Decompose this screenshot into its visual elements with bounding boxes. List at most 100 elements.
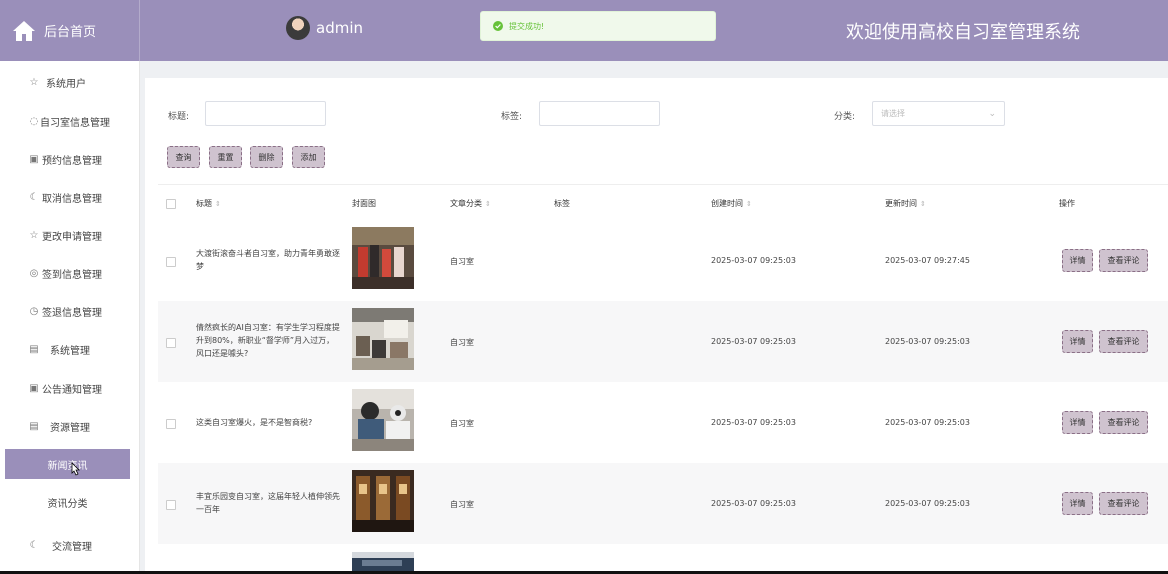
row-created: 2025-03-07 09:25:03 <box>711 499 796 508</box>
cover-image <box>352 227 414 289</box>
sidebar-item-booking-info[interactable]: ▣ 预约信息管理 <box>0 144 140 174</box>
select-all-checkbox[interactable] <box>166 199 176 209</box>
row-created: 2025-03-07 09:25:03 <box>711 337 796 346</box>
check-circle-icon <box>493 21 503 31</box>
sidebar-subitem-label: 新闻资讯 <box>47 460 88 472</box>
moon-icon: ☾ <box>29 539 39 551</box>
welcome-title: 欢迎使用高校自习室管理系统 <box>846 22 1080 43</box>
sidebar-item-label: 系统管理 <box>50 345 90 357</box>
cover-image <box>352 389 414 451</box>
sidebar-item-system-admin[interactable]: ▤ 系统管理 <box>0 334 140 364</box>
header-created[interactable]: 创建时间 ⇕ <box>711 198 752 209</box>
category-placeholder: 请选择 <box>881 109 905 118</box>
sidebar-item-system-users[interactable]: ☆ 系统用户 <box>0 67 140 97</box>
calendar-icon: ▤ <box>29 343 39 355</box>
table-header: 标题 ⇕ 封面图 文章分类 ⇕ 标签 创建时间 ⇕ 更新时间 ⇕ 操作 <box>158 184 1168 221</box>
header-updated[interactable]: 更新时间 ⇕ <box>885 198 926 209</box>
top-header: 后台首页 admin 提交成功! 欢迎使用高校自习室管理系统 <box>0 0 1168 61</box>
sidebar-item-notice[interactable]: ▣ 公告通知管理 <box>0 373 140 403</box>
view-comments-button[interactable]: 查看评论 <box>1099 411 1148 434</box>
detail-button[interactable]: 详情 <box>1062 492 1093 515</box>
row-category: 自习室 <box>450 257 474 266</box>
row-updated: 2025-03-07 09:27:45 <box>885 256 970 265</box>
tag-search-input[interactable] <box>539 101 660 126</box>
sidebar-item-label: 预约信息管理 <box>42 155 102 167</box>
sidebar-subitem-news-category[interactable]: 资讯分类 <box>5 487 130 517</box>
sidebar-item-label: 签到信息管理 <box>42 269 102 281</box>
sort-icon: ⇕ <box>920 200 926 208</box>
user-menu[interactable]: admin <box>286 16 363 40</box>
add-button[interactable]: 添加 <box>292 146 325 168</box>
sidebar-item-label: 更改申请管理 <box>42 231 102 243</box>
sidebar-item-label: 签退信息管理 <box>42 307 102 319</box>
basket-icon: ▣ <box>29 382 39 394</box>
sidebar-item-checkin-info[interactable]: ◎ 签到信息管理 <box>0 258 140 288</box>
table-row: 丰宜乐园变自习室，这届年轻人植伸领先一百年 自习室 2025-03-07 09:… <box>158 463 1168 544</box>
row-checkbox[interactable] <box>166 419 176 429</box>
row-title: 丰宜乐园变自习室，这届年轻人植伸领先一百年 <box>196 492 340 514</box>
row-title: 倩然疯长的AI自习室：有学生学习程度提升到80%，新职业“督学师”月入过万，风口… <box>196 323 340 358</box>
user-name: admin <box>316 19 363 37</box>
header-cover: 封面图 <box>352 199 376 208</box>
row-updated: 2025-03-07 09:25:03 <box>885 418 970 427</box>
row-category: 自习室 <box>450 419 474 428</box>
row-category: 自习室 <box>450 338 474 347</box>
sidebar-item-label: 公告通知管理 <box>42 384 102 396</box>
star-outline-icon: ☆ <box>29 76 39 88</box>
sidebar: ☆ 系统用户 ◌ 自习室信息管理 ▣ 预约信息管理 ☾ 取消信息管理 ☆ 更改申… <box>0 61 140 574</box>
table-row: 这类自习室爆火，是不是智商税? 自习室 2025-03-07 09:25:03 … <box>158 382 1168 463</box>
star-outline-icon: ☆ <box>29 229 39 241</box>
view-comments-button[interactable]: 查看评论 <box>1099 249 1148 272</box>
drop-icon: ◌ <box>29 115 39 127</box>
sidebar-item-label: 自习室信息管理 <box>40 117 110 129</box>
delete-button[interactable]: 删除 <box>250 146 283 168</box>
mouse-cursor-icon <box>71 462 80 476</box>
sidebar-item-checkout-info[interactable]: ◷ 签退信息管理 <box>0 296 140 326</box>
sidebar-item-room-info[interactable]: ◌ 自习室信息管理 <box>0 106 140 136</box>
home-link[interactable]: 后台首页 <box>0 0 140 61</box>
row-checkbox[interactable] <box>166 338 176 348</box>
header-actions: 操作 <box>1059 199 1075 208</box>
title-search-input[interactable] <box>205 101 326 126</box>
row-updated: 2025-03-07 09:25:03 <box>885 337 970 346</box>
sidebar-item-resources[interactable]: ▤ 资源管理 <box>0 411 140 441</box>
sidebar-item-label: 系统用户 <box>46 78 86 90</box>
category-select[interactable]: 请选择 ⌄ <box>872 101 1005 126</box>
sidebar-item-label: 资源管理 <box>50 422 90 434</box>
row-checkbox[interactable] <box>166 500 176 510</box>
reset-button[interactable]: 重置 <box>209 146 242 168</box>
home-label: 后台首页 <box>44 25 97 40</box>
calendar-icon: ▤ <box>29 420 39 432</box>
title-search-label: 标题: <box>168 112 190 122</box>
cover-image <box>352 552 414 571</box>
row-created: 2025-03-07 09:25:03 <box>711 418 796 427</box>
sort-icon: ⇕ <box>746 200 752 208</box>
detail-button[interactable]: 详情 <box>1062 330 1093 353</box>
query-button[interactable]: 查询 <box>167 146 200 168</box>
sidebar-subitem-news[interactable]: 新闻资讯 <box>5 449 130 479</box>
header-title[interactable]: 标题 ⇕ <box>196 198 221 209</box>
detail-button[interactable]: 详情 <box>1062 411 1093 434</box>
sidebar-item-change-request[interactable]: ☆ 更改申请管理 <box>0 220 140 250</box>
row-checkbox[interactable] <box>166 257 176 267</box>
row-updated: 2025-03-07 09:25:03 <box>885 499 970 508</box>
sort-icon: ⇕ <box>215 200 221 208</box>
category-search-label: 分类: <box>834 112 856 122</box>
sidebar-item-exchange[interactable]: ☾ 交流管理 <box>0 530 140 560</box>
detail-button[interactable]: 详情 <box>1062 249 1093 272</box>
moon-icon: ☾ <box>29 191 39 203</box>
sidebar-item-label: 取消信息管理 <box>42 193 102 205</box>
header-category[interactable]: 文章分类 ⇕ <box>450 198 491 209</box>
view-comments-button[interactable]: 查看评论 <box>1099 330 1148 353</box>
row-title: 这类自习室爆火，是不是智商税? <box>196 418 313 427</box>
view-comments-button[interactable]: 查看评论 <box>1099 492 1148 515</box>
cover-image <box>352 308 414 370</box>
chevron-down-icon: ⌄ <box>988 108 996 119</box>
tag-search-label: 标签: <box>501 112 523 122</box>
sort-icon: ⇕ <box>485 200 491 208</box>
timer-icon: ◷ <box>29 305 39 317</box>
basket-icon: ▣ <box>29 153 39 165</box>
row-title: 大渡街滚奋斗者自习室，助力青年勇敢逐梦 <box>196 249 340 271</box>
row-category: 自习室 <box>450 500 474 509</box>
sidebar-item-cancel-info[interactable]: ☾ 取消信息管理 <box>0 182 140 212</box>
